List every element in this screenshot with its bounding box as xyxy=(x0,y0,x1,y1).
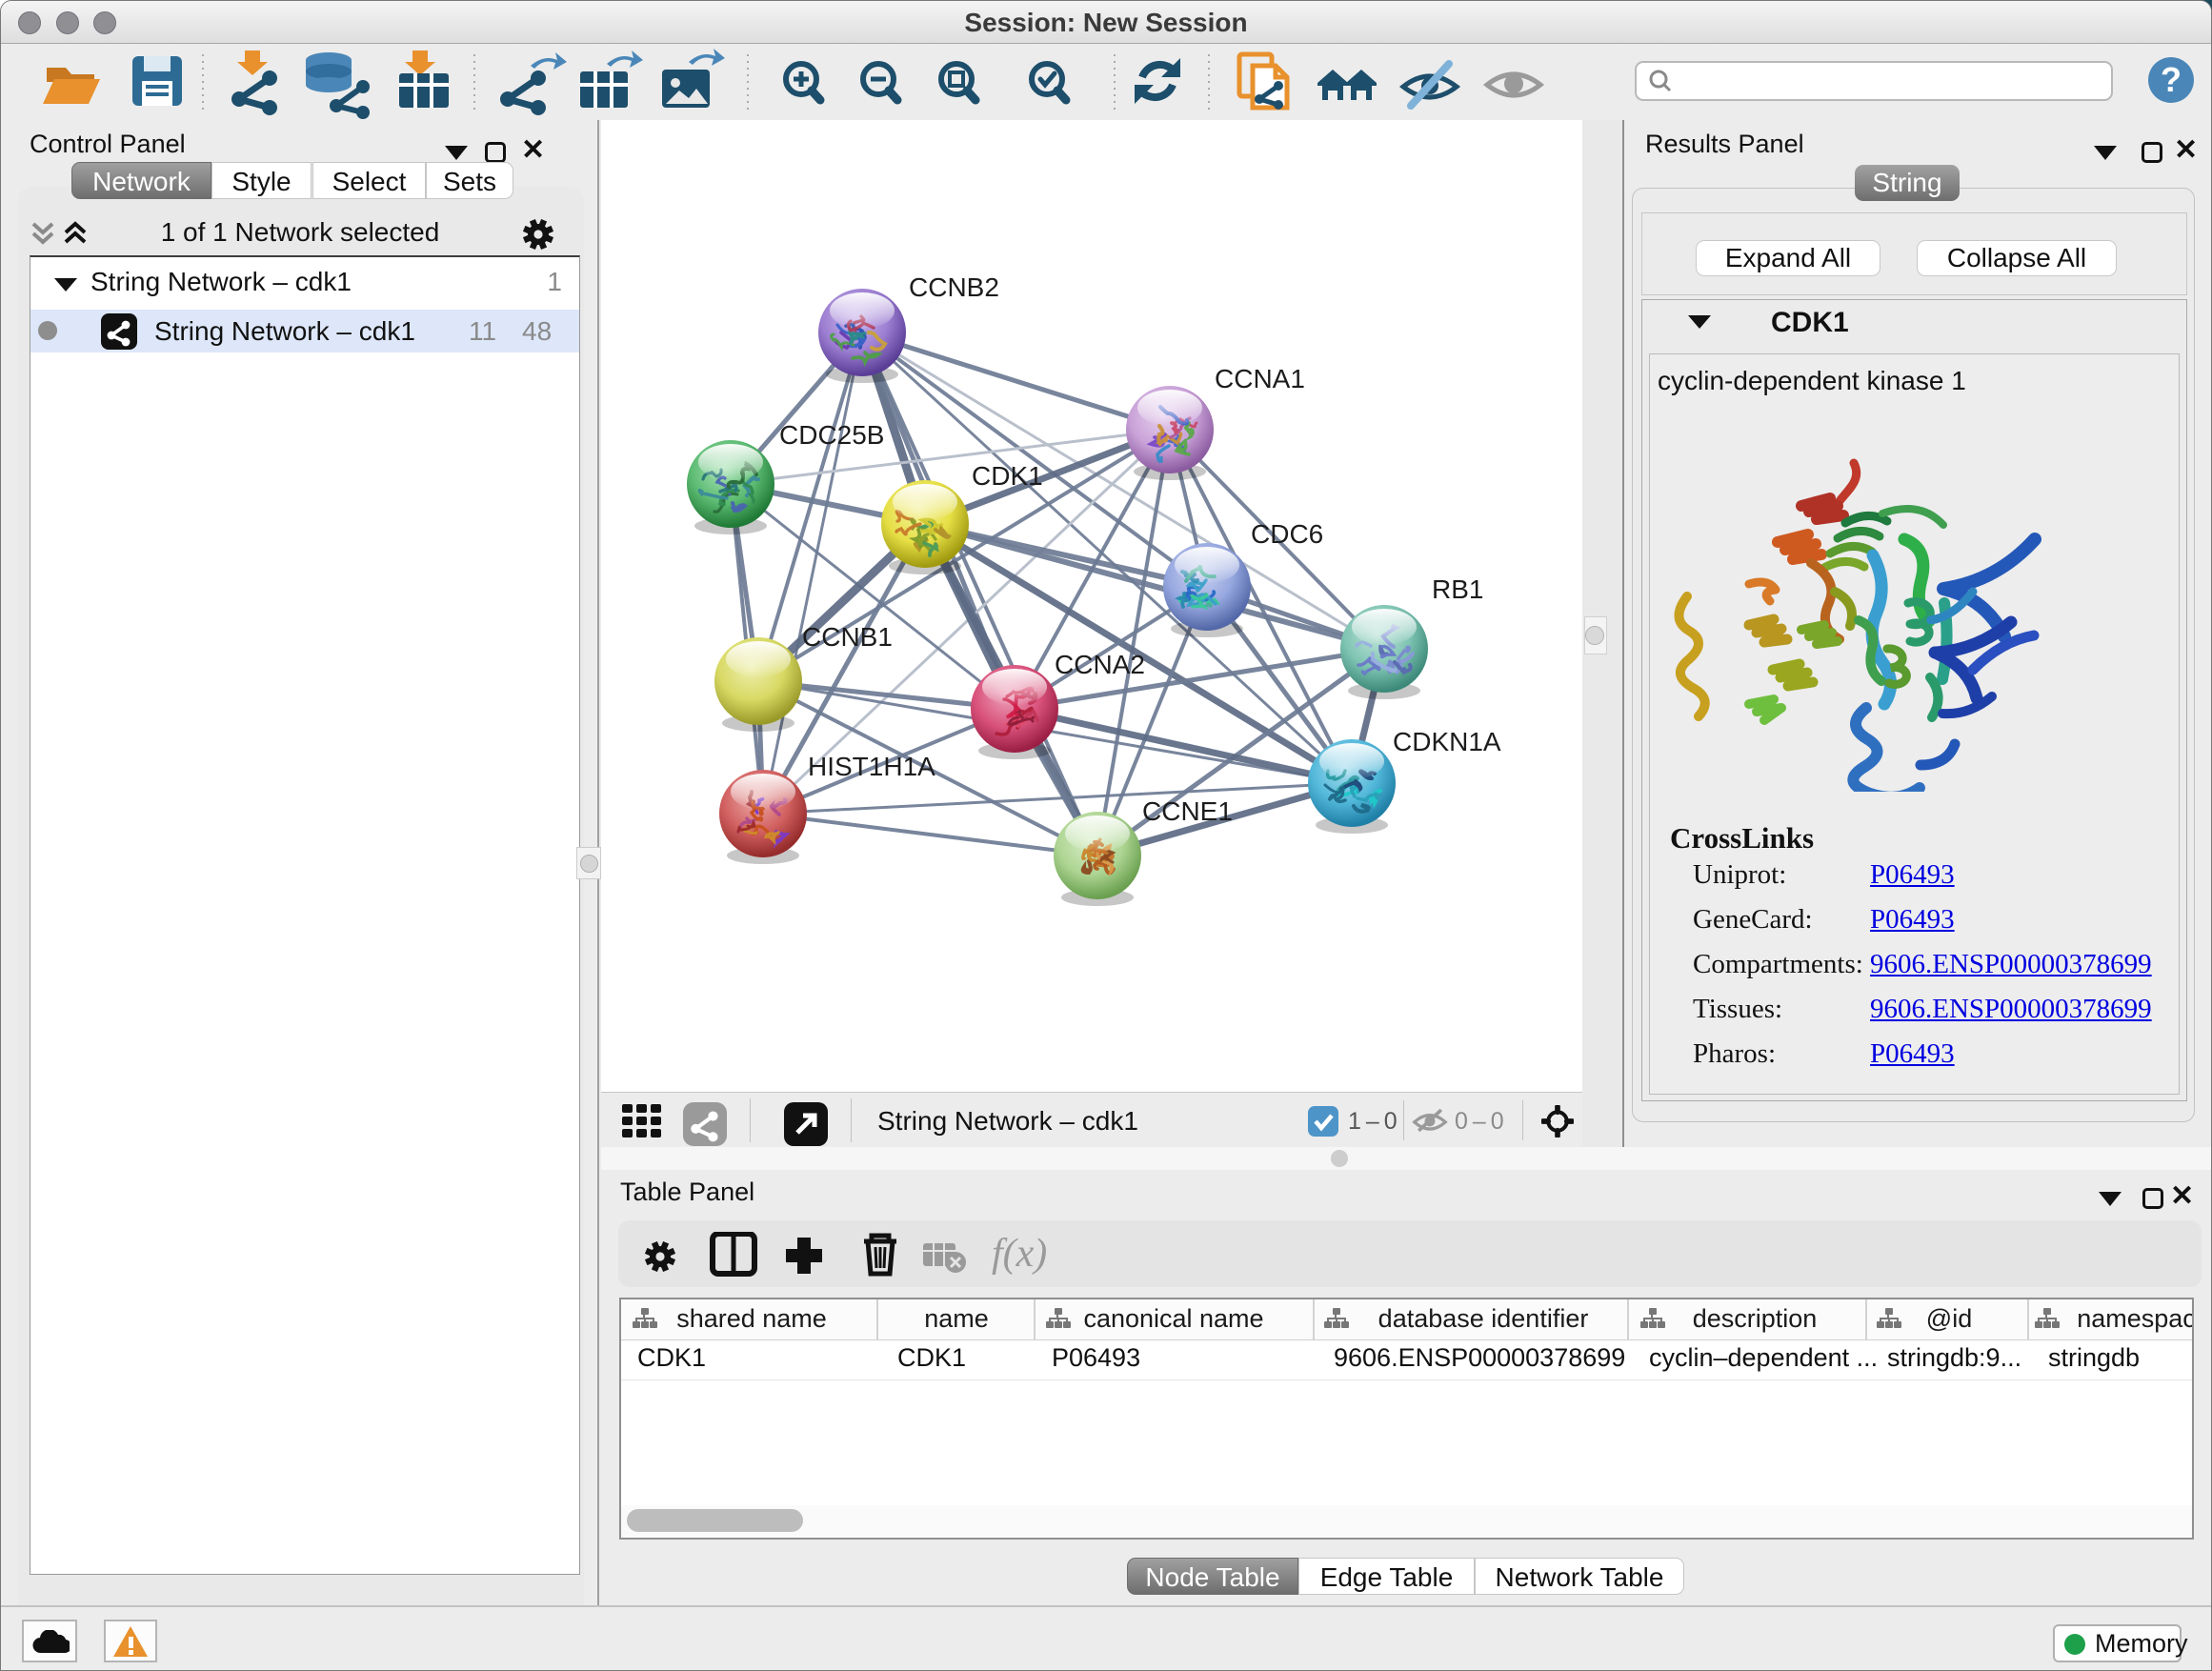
svg-text:CDK1: CDK1 xyxy=(972,461,1043,491)
svg-text:CCNB2: CCNB2 xyxy=(909,272,999,302)
svg-text:CCNE1: CCNE1 xyxy=(1142,796,1233,826)
svg-text:CDC25B: CDC25B xyxy=(779,420,884,450)
svg-text:CCNA1: CCNA1 xyxy=(1215,364,1305,393)
svg-text:CDKN1A: CDKN1A xyxy=(1393,727,1501,756)
svg-text:CCNA2: CCNA2 xyxy=(1055,650,1145,679)
svg-text:f(x): f(x) xyxy=(992,1232,1047,1276)
svg-text:CDC6: CDC6 xyxy=(1251,519,1323,549)
svg-text:CCNB1: CCNB1 xyxy=(802,622,893,652)
svg-text:RB1: RB1 xyxy=(1432,574,1483,604)
svg-text:?: ? xyxy=(2161,60,2182,99)
svg-text:HIST1H1A: HIST1H1A xyxy=(808,752,935,781)
